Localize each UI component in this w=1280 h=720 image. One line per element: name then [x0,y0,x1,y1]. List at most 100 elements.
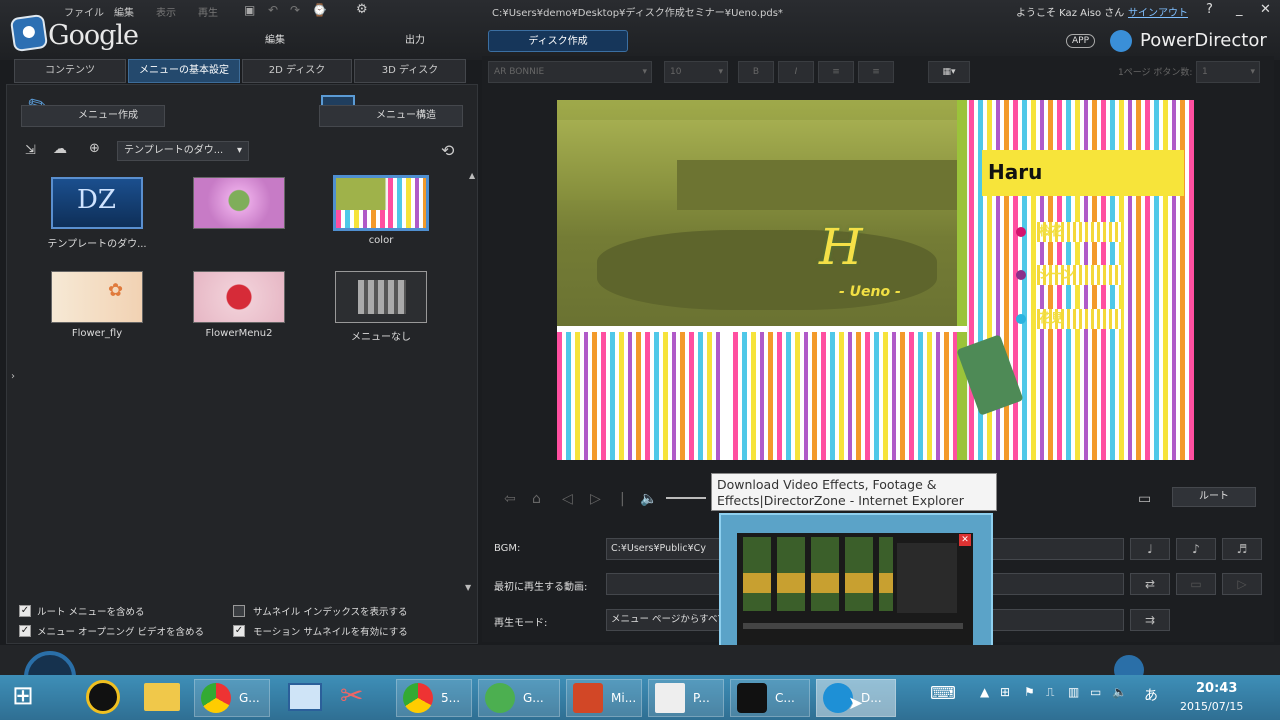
file-explorer-icon[interactable] [144,683,180,711]
template-thumb-flower-fly[interactable]: ✿ [51,271,143,323]
scroll-down-icon[interactable]: ▼ [465,583,471,592]
tab-3d-disc[interactable]: 3D ディスク [354,59,466,83]
root-button[interactable]: ルート [1172,487,1256,507]
refresh-icon[interactable]: ⟲ [441,141,454,160]
ueno-text: - Ueno - [839,284,901,300]
volume-slider[interactable] [666,497,706,499]
menu-edit[interactable]: 編集 [114,4,134,19]
menu-title[interactable]: Haru [982,150,1184,196]
repeat-icon[interactable]: ⇄ [1130,573,1170,595]
menu-view[interactable]: 表示 [156,4,176,19]
template-thumb-flower[interactable] [193,177,285,229]
signout-link[interactable]: サインアウト [1128,4,1188,19]
prev-page-icon[interactable]: ⇦ [504,491,516,507]
keyboard-icon[interactable]: ⌨ [930,683,956,704]
expand-arrow-icon[interactable]: › [11,371,15,382]
clip-icon[interactable]: ▭ [1176,573,1216,595]
minimize-button[interactable]: _ [1236,2,1243,17]
remote-desktop-icon[interactable] [288,683,322,711]
settings-icon[interactable]: ⚙ [356,2,368,17]
tab-disc-create[interactable]: ディスク作成 [488,30,628,52]
align-center-icon[interactable]: ≡ [858,61,894,83]
clock-date[interactable]: 2015/07/15 [1180,700,1243,713]
italic-button[interactable]: I [778,61,814,83]
help-button[interactable]: ? [1206,2,1213,17]
per-page-select[interactable]: 1 ▾ [1196,61,1260,83]
checkbox-opening-video[interactable]: ✓ [19,625,31,637]
windows-tray-icon[interactable]: ⊞ [1000,685,1010,699]
close-button[interactable]: ✕ [1260,2,1271,17]
tab-menu-settings[interactable]: メニューの基本設定 [128,59,240,83]
template-thumb-none[interactable] [335,271,427,323]
align-left-icon[interactable]: ≡ [818,61,854,83]
template-thumb-color[interactable] [333,175,429,231]
music-remove-icon[interactable]: ♬ [1222,538,1262,560]
play-icon[interactable]: ▷ [1222,573,1262,595]
taskbar-app-label: 5... [441,691,461,705]
grid-layout-icon[interactable]: ▦▾ [928,61,970,83]
menu-item-button[interactable]: 桜花 [1037,222,1122,242]
taskbar-app-label: G... [239,691,260,705]
menu-structure-button[interactable]: メニュー構造 [319,105,463,127]
template-dropdown[interactable]: テンプレートのダウ... ▾ [117,141,249,161]
network-icon[interactable]: ▥ [1068,685,1079,699]
media-player-icon[interactable] [86,680,120,714]
cloud-icon[interactable]: ☁ [53,141,67,157]
usb-icon[interactable]: ⎍ [1046,685,1054,700]
history-icon[interactable]: ⌚ [312,3,327,17]
tab-2d-disc[interactable]: 2D ディスク [242,59,352,83]
stop-icon[interactable]: | [620,491,625,507]
taskbar-window-preview[interactable]: ✕ [719,513,993,667]
menu-item-button[interactable]: シーン [1037,265,1122,285]
menu-item-button[interactable]: 花見 [1037,309,1122,329]
menu-file[interactable]: ファイル [64,4,104,19]
taskbar-app-pdf[interactable]: P... [648,679,724,717]
checkbox-root-menu[interactable]: ✓ [19,605,31,617]
template-thumb-dz[interactable]: DZ [51,177,143,229]
undo-icon[interactable]: ↶ [268,3,278,17]
next-icon[interactable]: ▷ [590,491,601,507]
script-letter: H [819,218,863,276]
taskbar-app-chrome-2[interactable]: 5... [396,679,472,717]
scroll-up-icon[interactable]: ▲ [469,171,475,180]
checkbox-motion-thumbnail[interactable]: ✓ [233,625,245,637]
music-add-icon[interactable]: ♩ [1130,538,1170,560]
volume-tray-icon[interactable]: 🔈 [1112,685,1127,699]
taskbar-app-chrome-1[interactable]: G... [194,679,270,717]
windows-start-icon[interactable]: ⊞ [12,683,34,709]
ime-indicator[interactable]: あ [1144,685,1158,705]
window-thumbnail[interactable] [737,533,973,647]
snipping-tool-icon[interactable]: ✂ [340,681,363,711]
app-badge[interactable]: APP [1066,34,1096,48]
font-select[interactable]: AR BONNIE ▾ [488,61,652,83]
import-icon[interactable]: ⇲ [25,143,36,158]
menu-preview[interactable]: Haru H - Ueno - 桜花 シーン 花見 [557,100,1194,460]
flag-icon[interactable]: ⚑ [1024,685,1035,699]
save-icon[interactable]: ▣ [244,3,255,17]
volume-icon[interactable]: 🔈 [640,491,657,507]
tab-contents[interactable]: コンテンツ [14,59,126,83]
checkbox-thumbnail-index[interactable] [233,605,245,617]
tray-expand-icon[interactable]: ▲ [980,685,989,699]
font-size-select[interactable]: 10 ▾ [664,61,728,83]
menu-create-button[interactable]: メニュー作成 [21,105,165,127]
music-edit-icon[interactable]: ♪ [1176,538,1216,560]
home-icon[interactable]: ⌂ [532,491,541,507]
redo-icon[interactable]: ↷ [290,3,300,17]
close-preview-icon[interactable]: ✕ [959,534,971,546]
taskbar-app-green[interactable]: G... [478,679,560,717]
message-icon[interactable]: ▭ [1090,685,1101,699]
fullscreen-icon[interactable]: ▭ [1138,491,1151,507]
tab-edit[interactable]: 編集 [230,30,320,52]
tab-output[interactable]: 出力 [370,30,460,52]
clock-time[interactable]: 20:43 [1196,681,1237,696]
prev-icon[interactable]: ◁ [562,491,573,507]
taskbar-app-powerpoint[interactable]: Mi... [566,679,642,717]
menu-play[interactable]: 再生 [198,4,218,19]
powerpoint-icon [573,683,603,713]
bold-button[interactable]: B [738,61,774,83]
taskbar-app-camera[interactable]: C... [730,679,810,717]
download-icon[interactable]: ⊕ [89,141,100,156]
play-mode-icon[interactable]: ⇉ [1130,609,1170,631]
template-thumb-flower-menu[interactable] [193,271,285,323]
